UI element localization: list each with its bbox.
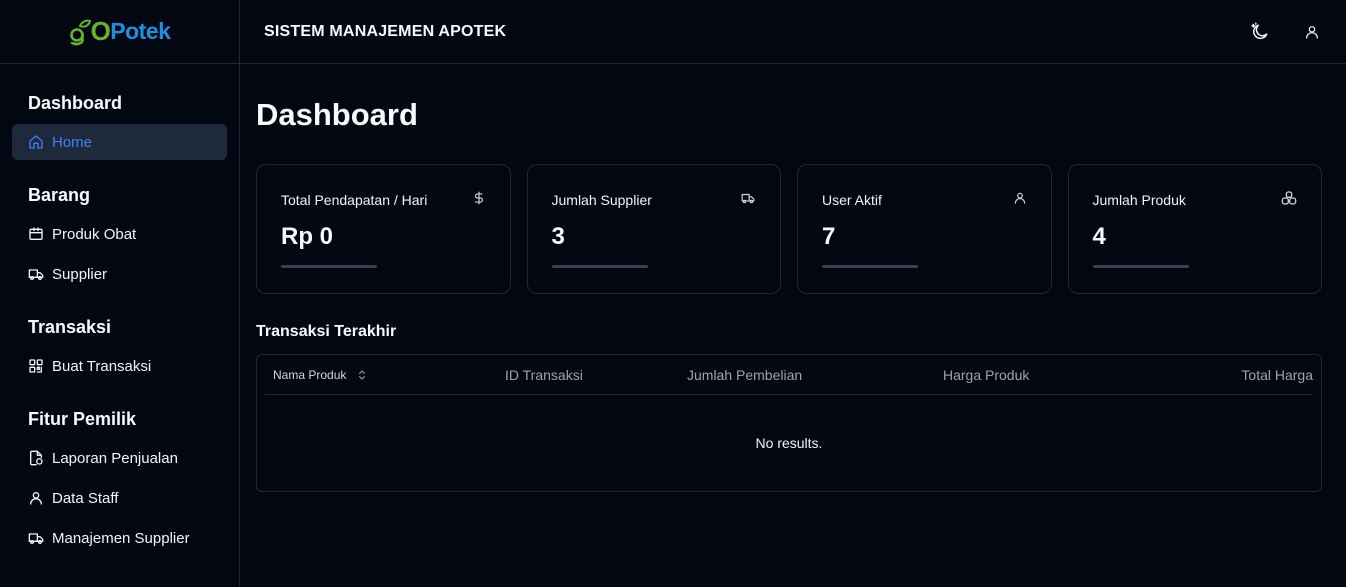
sidebar-item-data-staff[interactable]: Data Staff [12, 480, 227, 516]
sidebar-item-label: Laporan Penjualan [52, 449, 178, 467]
sidebar-item-manajemen-supplier[interactable]: Manajemen Supplier [12, 520, 227, 556]
sidebar-item-label: Produk Obat [52, 225, 137, 243]
sidebar: go O Potek Dashboard Home Barang Produk … [0, 0, 240, 587]
stat-card-user-aktif: User Aktif 7 [797, 164, 1052, 294]
dollar-icon [472, 191, 486, 210]
column-id-transaksi: ID Transaksi [505, 367, 687, 383]
column-harga-produk: Harga Produk [937, 367, 1167, 383]
card-value: 3 [551, 223, 565, 250]
sidebar-item-produk-obat[interactable]: Produk Obat [12, 216, 227, 252]
truck-icon [28, 266, 44, 282]
sidebar-item-home[interactable]: Home [12, 124, 227, 160]
sidebar-item-label: Manajemen Supplier [52, 529, 190, 547]
card-divider [281, 265, 377, 268]
column-label: Total Harga [1241, 366, 1313, 383]
section-title-dashboard: Dashboard [28, 93, 123, 113]
sidebar-nav: Dashboard Home Barang Produk Obat Suppli… [0, 64, 239, 556]
stat-cards: Total Pendapatan / Hari Rp 0 Jumlah Supp… [256, 164, 1322, 294]
stat-card-pendapatan: Total Pendapatan / Hari Rp 0 [256, 164, 511, 294]
sidebar-item-label: Data Staff [52, 489, 119, 507]
truck-icon [28, 530, 44, 546]
transactions-table: Nama Produk ID Transaksi Jumlah Pembelia… [256, 354, 1322, 492]
card-divider [822, 265, 918, 268]
section-title-transaksi: Transaksi [28, 317, 112, 337]
table-empty-state: No results. [755, 435, 823, 451]
logo-potek: Potek [110, 18, 171, 44]
logo-leaf-mark: go [69, 18, 91, 46]
theme-toggle-icon[interactable] [1250, 22, 1270, 42]
stat-card-produk: Jumlah Produk 4 [1067, 164, 1322, 294]
card-label: Jumlah Supplier [551, 192, 652, 208]
column-label: ID Transaksi [505, 366, 583, 383]
card-divider [1092, 265, 1189, 268]
sidebar-item-buat-transaksi[interactable]: Buat Transaksi [12, 348, 227, 384]
section-title-fitur-pemilik: Fitur Pemilik [28, 409, 137, 429]
card-value: 4 [1092, 223, 1106, 250]
column-total-harga: Total Harga [1167, 367, 1313, 383]
report-icon [28, 450, 44, 466]
app-title: SISTEM MANAJEMEN APOTEK [264, 22, 507, 40]
card-divider [551, 265, 648, 268]
card-value: 7 [822, 223, 836, 250]
stat-card-supplier: Jumlah Supplier 3 [526, 164, 781, 294]
column-label: Nama Produk [273, 367, 347, 382]
logo-area: go O Potek [0, 0, 239, 64]
card-value: Rp 0 [281, 223, 334, 250]
column-jumlah-pembelian: Jumlah Pembelian [687, 367, 937, 383]
app-logo[interactable]: go O Potek [69, 16, 171, 47]
leaf-icon [69, 19, 91, 45]
truck-icon [740, 191, 756, 210]
section-title-barang: Barang [28, 185, 91, 205]
sort-icon [359, 370, 366, 379]
top-actions [1250, 22, 1322, 42]
sidebar-item-laporan-penjualan[interactable]: Laporan Penjualan [12, 440, 227, 476]
sidebar-item-supplier[interactable]: Supplier [12, 256, 227, 292]
home-icon [28, 134, 44, 150]
recent-transactions-title: Transaksi Terakhir [256, 323, 397, 340]
user-icon [28, 490, 44, 506]
package-icon [28, 226, 44, 242]
card-label: Total Pendapatan / Hari [281, 192, 428, 208]
card-label: Jumlah Produk [1092, 192, 1186, 208]
column-label: Jumlah Pembelian [687, 366, 803, 383]
column-nama-produk[interactable]: Nama Produk [265, 368, 505, 382]
boxes-icon [1281, 190, 1297, 211]
table-header: Nama Produk ID Transaksi Jumlah Pembelia… [265, 355, 1313, 395]
page-title: Dashboard [256, 97, 418, 132]
card-label: User Aktif [822, 192, 882, 208]
top-bar: SISTEM MANAJEMEN APOTEK [240, 0, 1346, 64]
column-label: Harga Produk [943, 366, 1030, 383]
main-content: Dashboard Total Pendapatan / Hari Rp 0 J… [256, 64, 1322, 492]
user-icon[interactable] [1302, 22, 1322, 42]
logo-o: O [90, 16, 111, 46]
user-icon [1013, 191, 1027, 210]
sidebar-item-label: Home [52, 133, 93, 151]
sidebar-item-label: Supplier [52, 265, 108, 283]
sidebar-item-label: Buat Transaksi [52, 357, 152, 375]
scan-icon [28, 358, 44, 374]
